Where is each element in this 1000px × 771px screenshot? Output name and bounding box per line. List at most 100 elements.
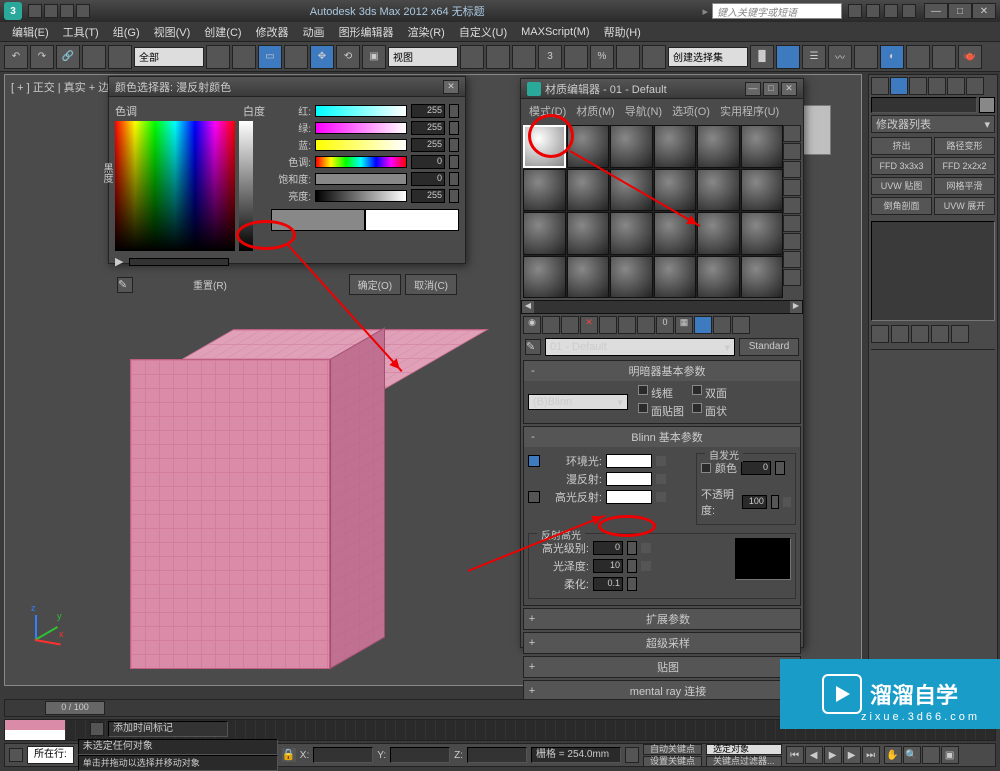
sel-manip-icon[interactable] — [486, 45, 510, 69]
play-icon[interactable]: ▶ — [824, 746, 842, 764]
maxview-icon[interactable]: ▣ — [941, 746, 959, 764]
matid-icon[interactable]: 0 — [656, 316, 674, 334]
material-slot[interactable] — [654, 169, 697, 212]
material-slot[interactable] — [741, 212, 784, 255]
search-input[interactable]: 键入关键字或短语 — [712, 3, 842, 19]
b-slider[interactable] — [315, 139, 407, 151]
spinner-icon[interactable] — [449, 155, 459, 169]
create-tab-icon[interactable] — [871, 77, 889, 95]
video-icon[interactable] — [783, 197, 801, 214]
selfilter-dropdown[interactable]: 全部 — [134, 47, 204, 67]
ok-button[interactable]: 确定(O) — [349, 274, 401, 295]
close-icon[interactable]: ✕ — [443, 80, 459, 94]
mod-btn[interactable]: FFD 2x2x2 — [934, 157, 995, 175]
specular-swatch[interactable] — [606, 490, 652, 504]
soften-value[interactable]: 0.1 — [593, 577, 623, 591]
go-sibling-icon[interactable] — [732, 316, 750, 334]
material-slot[interactable] — [697, 256, 740, 299]
time-slider[interactable]: 0 / 100 — [45, 701, 105, 715]
menu-tools[interactable]: 工具(T) — [57, 22, 105, 42]
material-slot[interactable] — [523, 212, 566, 255]
object-name-field[interactable] — [871, 97, 977, 113]
black-slider[interactable] — [129, 258, 229, 266]
material-slot[interactable] — [741, 169, 784, 212]
refcoord-dropdown[interactable]: 视图 — [388, 47, 458, 67]
speclevel-value[interactable]: 0 — [593, 541, 623, 555]
bind-icon[interactable] — [108, 45, 132, 69]
help2-icon[interactable] — [902, 4, 916, 18]
map-icon[interactable] — [656, 456, 666, 466]
h-value[interactable]: 0 — [411, 155, 445, 169]
spinner-icon[interactable] — [627, 577, 637, 591]
psnap-icon[interactable]: % — [590, 45, 614, 69]
motion-tab-icon[interactable] — [928, 77, 946, 95]
rotate-icon[interactable]: ⟲ — [336, 45, 360, 69]
spinner-icon[interactable] — [616, 45, 640, 69]
mod-btn[interactable]: 路径变形 — [934, 137, 995, 155]
render-icon[interactable]: 🫖 — [958, 45, 982, 69]
maximize-icon[interactable]: □ — [763, 82, 779, 96]
lock-icon[interactable] — [528, 491, 540, 503]
info-icon[interactable] — [848, 4, 862, 18]
menu-modifiers[interactable]: 修改器 — [250, 22, 295, 42]
map-icon[interactable] — [641, 561, 651, 571]
twoside-checkbox[interactable] — [692, 385, 702, 395]
material-slot[interactable] — [697, 125, 740, 168]
reset-icon[interactable]: ✕ — [580, 316, 598, 334]
reset-button[interactable]: 重置(R) — [193, 277, 227, 292]
material-slot[interactable] — [567, 256, 610, 299]
mod-btn[interactable]: FFD 3x3x3 — [871, 157, 932, 175]
v-value[interactable]: 255 — [411, 189, 445, 203]
me-menu-options[interactable]: 选项(O) — [668, 101, 714, 121]
backlight-icon[interactable] — [783, 143, 801, 160]
mod-btn[interactable]: UVW 展开 — [934, 197, 995, 215]
gloss-value[interactable]: 10 — [593, 559, 623, 573]
spinner-icon[interactable] — [627, 559, 637, 573]
material-slot[interactable] — [741, 256, 784, 299]
modifier-list-dropdown[interactable]: 修改器列表▾ — [871, 115, 995, 133]
map-icon[interactable] — [656, 492, 666, 502]
diffuse-swatch[interactable] — [606, 472, 652, 486]
setkey-button[interactable]: 设置关键点 — [643, 756, 702, 767]
material-slot[interactable] — [567, 125, 610, 168]
b-value[interactable]: 255 — [411, 138, 445, 152]
scroll-left-icon[interactable]: ◀ — [522, 301, 534, 313]
eyedropper-icon[interactable]: ✎ — [117, 277, 133, 293]
keyfilter-button[interactable]: 关键点过滤器... — [706, 756, 782, 767]
opacity-value[interactable]: 100 — [742, 495, 767, 509]
object-color-swatch[interactable] — [979, 97, 995, 113]
mod-btn[interactable]: 网格平滑 — [934, 177, 995, 195]
material-slot[interactable] — [610, 125, 653, 168]
modifier-stack[interactable] — [871, 221, 995, 321]
me-menu-util[interactable]: 实用程序(U) — [716, 101, 783, 121]
material-slot[interactable] — [523, 125, 566, 168]
scene-box[interactable] — [130, 329, 385, 669]
rollout-supersample[interactable]: +超级采样 — [523, 632, 801, 654]
material-slot[interactable] — [523, 256, 566, 299]
config-icon[interactable] — [951, 325, 969, 343]
goto-start-icon[interactable]: ⏮ — [786, 746, 804, 764]
get-material-icon[interactable]: ◉ — [523, 316, 541, 334]
mod-btn[interactable]: 挤出 — [871, 137, 932, 155]
me-menu-material[interactable]: 材质(M) — [572, 101, 619, 121]
spinner-icon[interactable] — [449, 189, 459, 203]
show-map-icon[interactable]: ▦ — [675, 316, 693, 334]
material-slot[interactable] — [610, 256, 653, 299]
move-icon[interactable]: ✥ — [310, 45, 334, 69]
redo-icon[interactable]: ↷ — [30, 45, 54, 69]
pivot-icon[interactable] — [460, 45, 484, 69]
map-icon[interactable] — [656, 474, 666, 484]
menu-animation[interactable]: 动画 — [297, 22, 331, 42]
y-coord[interactable] — [390, 747, 450, 763]
s-value[interactable]: 0 — [411, 172, 445, 186]
menu-edit[interactable]: 编辑(E) — [6, 22, 55, 42]
show-end-icon[interactable] — [694, 316, 712, 334]
material-type-button[interactable]: Standard — [739, 338, 799, 356]
menu-grapheditors[interactable]: 图形编辑器 — [333, 22, 400, 42]
pan-icon[interactable]: ✋ — [884, 746, 902, 764]
material-slot[interactable] — [567, 169, 610, 212]
selectrect-icon[interactable]: ▭ — [258, 45, 282, 69]
script-icon[interactable] — [9, 748, 23, 762]
me-menu-mode[interactable]: 模式(D) — [525, 101, 570, 121]
facemap-checkbox[interactable] — [638, 403, 648, 413]
